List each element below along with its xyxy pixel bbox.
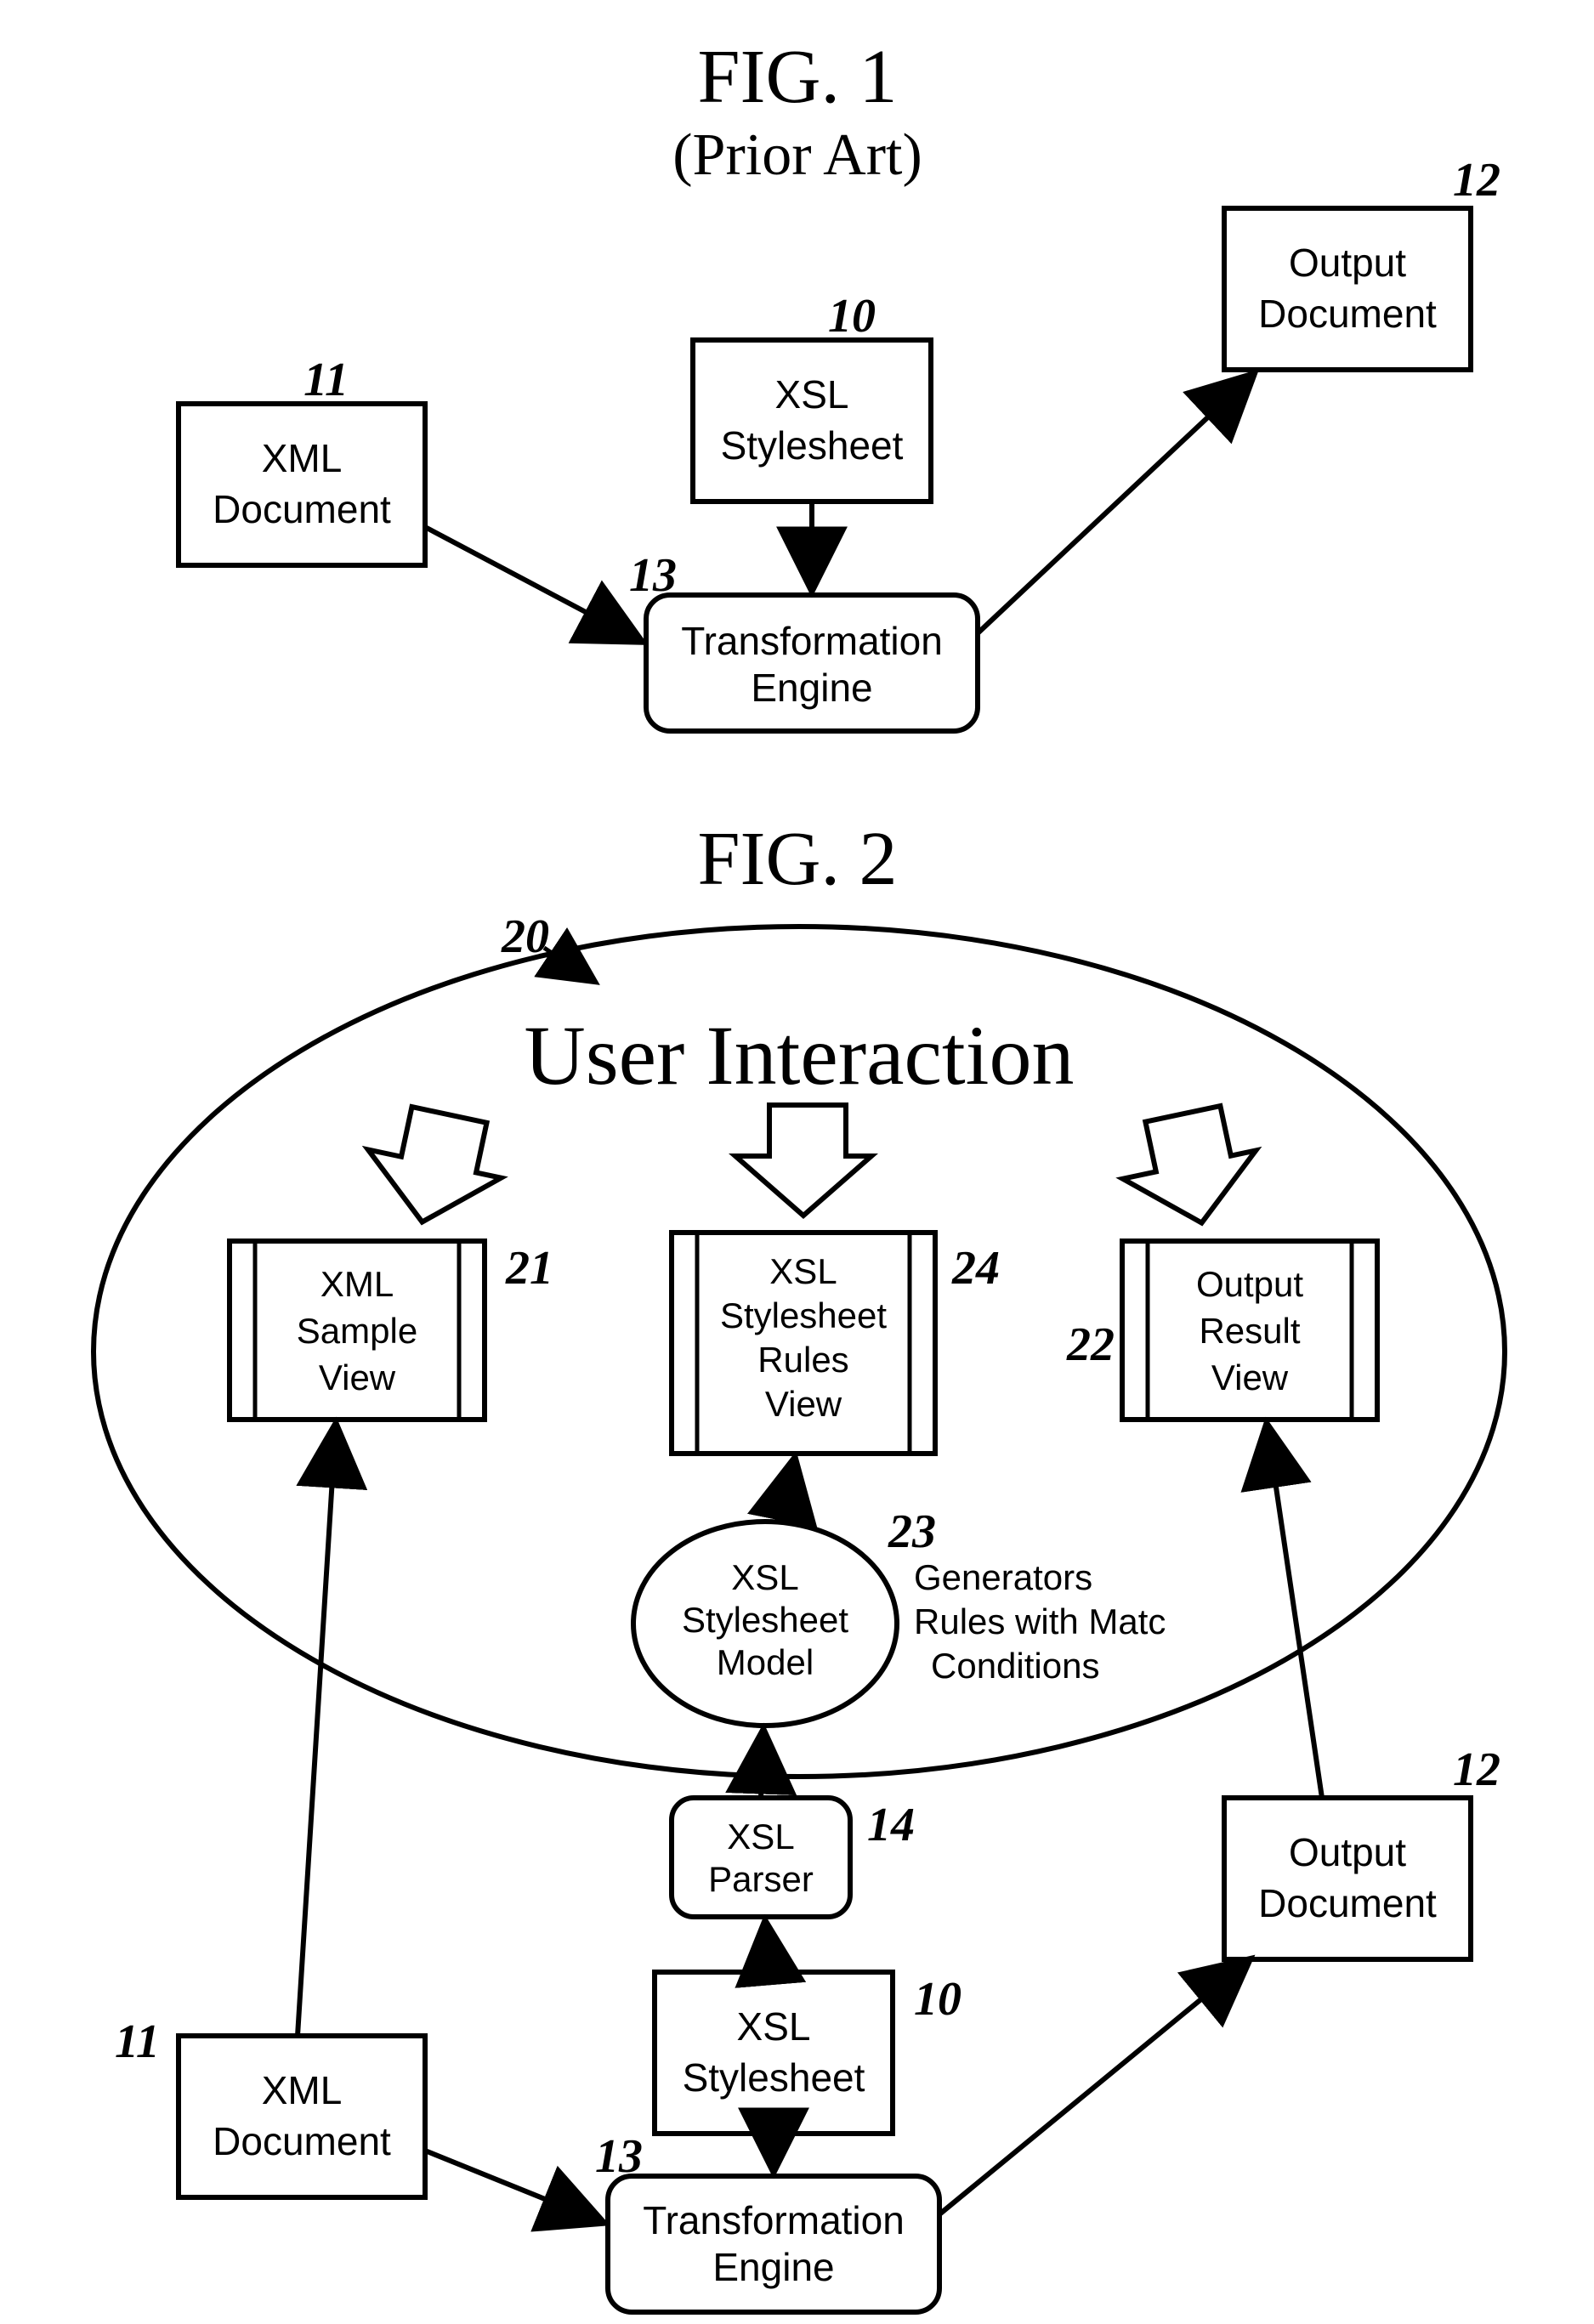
fig2-output-box [1224, 1798, 1471, 1959]
svg-text:Parser: Parser [708, 1859, 814, 1899]
fig1-ref13: 13 [629, 549, 677, 602]
fig2-xsl-box [655, 1972, 893, 2134]
svg-text:Document: Document [1258, 1881, 1437, 1925]
fig2-ref20: 20 [501, 910, 549, 963]
fig2-annot-l2: Rules with Matc [914, 1601, 1166, 1641]
fig2-ref14: 14 [867, 1799, 915, 1851]
svg-text:XSL: XSL [731, 1557, 798, 1597]
svg-text:Transformation: Transformation [643, 2198, 905, 2242]
fig1-ref11: 11 [303, 354, 349, 406]
fig2-ref10: 10 [914, 1973, 962, 2026]
fig1-xsl-box [693, 340, 931, 502]
fig1-title: FIG. 1 [697, 35, 897, 119]
fig2-annot-l3: Conditions [931, 1646, 1099, 1686]
fig1-trans-l2: Engine [751, 666, 872, 710]
fig1-trans-l1: Transformation [681, 619, 943, 663]
svg-text:Model: Model [717, 1642, 814, 1682]
fig1-arrow-trans-out [978, 374, 1254, 633]
fig2-arrow-xml-sample [298, 1424, 336, 2036]
svg-text:Sample: Sample [297, 1311, 417, 1351]
fig1-ref10: 10 [828, 290, 876, 343]
svg-text:XML: XML [262, 2068, 343, 2112]
fig2-ref12: 12 [1453, 1743, 1500, 1796]
fig2-output-result-view: Output Result View [1122, 1241, 1377, 1420]
fig1-output-l2: Document [1258, 292, 1437, 336]
fig1-xsl-l2: Stylesheet [721, 423, 904, 468]
svg-text:Rules: Rules [757, 1340, 848, 1380]
fig2-arrow-model-rules [782, 1458, 795, 1522]
fig2-annot-l1: Generators [914, 1557, 1092, 1597]
fig2-ref13: 13 [595, 2130, 643, 2183]
fig2-xml-box [179, 2036, 425, 2197]
fig2-ref23: 23 [888, 1505, 936, 1558]
svg-text:Stylesheet: Stylesheet [682, 1600, 848, 1640]
svg-text:Result: Result [1199, 1311, 1300, 1351]
fig2-ref21: 21 [505, 1242, 553, 1295]
fig2-block-arrow-left [355, 1100, 512, 1236]
fig1-ref12: 12 [1453, 154, 1500, 207]
svg-text:Engine: Engine [712, 2245, 834, 2289]
fig2-block-arrow-right [1112, 1101, 1268, 1237]
fig2-arrow-xml-trans [425, 2151, 604, 2223]
fig1-trans-box [646, 595, 978, 731]
fig2-xml-sample-view: XML Sample View [230, 1241, 485, 1420]
fig1-subtitle: (Prior Art) [672, 122, 922, 188]
svg-text:Stylesheet: Stylesheet [720, 1295, 887, 1335]
fig2-arrow-trans-out [939, 1959, 1250, 2214]
fig2-bigtitle: User Interaction [525, 1008, 1075, 1102]
fig1-output-l1: Output [1289, 241, 1406, 285]
fig2-xsl-rules-view: XSL Stylesheet Rules View [672, 1233, 935, 1454]
figure-svg: FIG. 1 (Prior Art) Output Document 12 XS… [0, 0, 1594, 2324]
svg-text:View: View [1211, 1358, 1289, 1397]
svg-text:Stylesheet: Stylesheet [683, 2055, 865, 2100]
fig2-arrow-xsl-parser [765, 1921, 769, 1972]
fig2-arrow-parser-model [761, 1730, 763, 1798]
svg-text:Document: Document [213, 2119, 391, 2163]
fig2-ref11: 11 [115, 2015, 160, 2068]
fig2-block-arrow-mid [735, 1105, 871, 1216]
svg-text:XSL: XSL [727, 1817, 794, 1856]
fig2-ref20-leader [544, 948, 595, 982]
fig2-arrow-out-result [1267, 1424, 1322, 1798]
svg-text:Output: Output [1196, 1264, 1303, 1304]
fig2-title: FIG. 2 [697, 817, 897, 901]
fig1-arrow-xml-trans [425, 527, 642, 642]
fig1-xsl-l1: XSL [775, 372, 849, 417]
fig1-xml-l1: XML [262, 436, 343, 480]
fig2-ref22: 22 [1066, 1318, 1115, 1371]
fig1-xml-box [179, 404, 425, 565]
fig1-xml-l2: Document [213, 487, 391, 531]
svg-text:XSL: XSL [737, 2004, 811, 2049]
patent-figure-page: FIG. 1 (Prior Art) Output Document 12 XS… [0, 0, 1594, 2324]
svg-text:XML: XML [321, 1264, 394, 1304]
svg-text:View: View [765, 1384, 842, 1424]
svg-text:View: View [319, 1358, 396, 1397]
svg-text:XSL: XSL [769, 1251, 837, 1291]
fig1-output-box [1224, 208, 1471, 370]
fig2-ref24: 24 [951, 1242, 1000, 1295]
fig2-trans-box [608, 2176, 939, 2312]
fig2-xsl-parser [672, 1798, 850, 1917]
svg-text:Output: Output [1289, 1830, 1406, 1874]
